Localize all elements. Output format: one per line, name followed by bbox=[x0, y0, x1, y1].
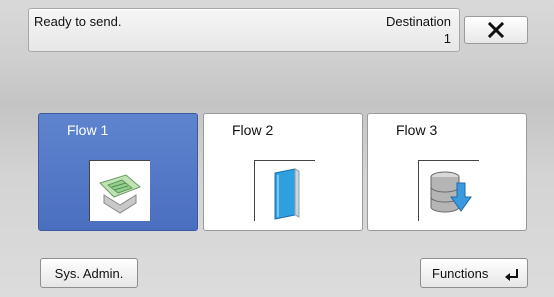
book-icon bbox=[274, 168, 300, 220]
database-download-icon bbox=[430, 171, 472, 213]
flow-1-label: Flow 1 bbox=[67, 122, 109, 138]
functions-label: Functions bbox=[432, 265, 489, 281]
sys-admin-label: Sys. Admin. bbox=[54, 265, 124, 281]
flow-3-button[interactable]: Flow 3 bbox=[367, 113, 527, 231]
functions-button[interactable]: Functions bbox=[420, 258, 528, 288]
close-icon bbox=[487, 21, 505, 39]
scanner-icon bbox=[99, 174, 141, 214]
flow-2-label: Flow 2 bbox=[232, 122, 274, 138]
status-bar: Ready to send. Destination 1 bbox=[28, 8, 460, 52]
flow-3-label: Flow 3 bbox=[396, 122, 438, 138]
flow-3-thumbnail bbox=[418, 160, 479, 221]
flow-1-button[interactable]: Flow 1 bbox=[38, 113, 198, 231]
enter-arrow-icon bbox=[505, 269, 518, 281]
status-text: Ready to send. bbox=[34, 14, 122, 29]
flow-2-thumbnail bbox=[254, 160, 315, 221]
destination-label: Destination bbox=[385, 14, 451, 29]
flow-2-button[interactable]: Flow 2 bbox=[203, 113, 363, 231]
sys-admin-button[interactable]: Sys. Admin. bbox=[40, 258, 138, 288]
flow-1-thumbnail bbox=[89, 160, 150, 221]
destination-count: 1 bbox=[443, 31, 451, 46]
close-button[interactable] bbox=[464, 16, 528, 44]
